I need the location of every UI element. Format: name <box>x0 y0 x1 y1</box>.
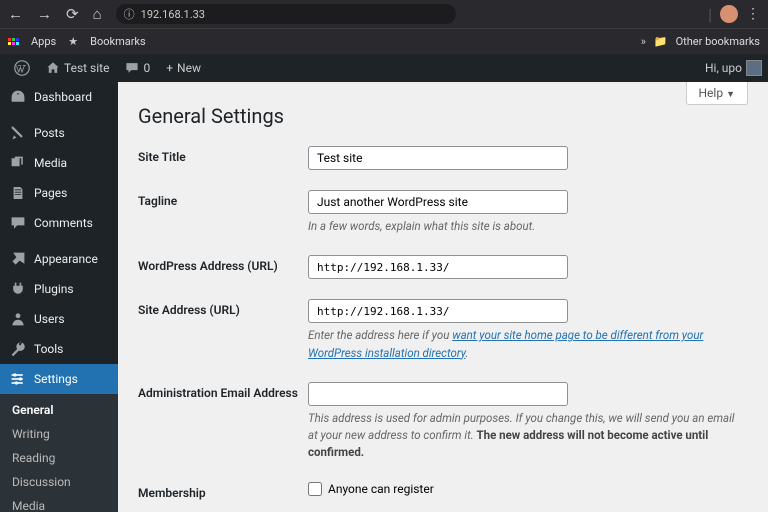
sidebar-item-comments[interactable]: Comments <box>0 208 118 238</box>
submenu-media[interactable]: Media <box>0 494 118 512</box>
site-name-link[interactable]: Test site <box>38 54 117 82</box>
new-content-link[interactable]: + New <box>158 54 209 82</box>
content-area: Help ▼ General Settings Site Title Tagli… <box>118 82 768 512</box>
folder-icon: 📁 <box>654 35 668 48</box>
apps-label[interactable]: Apps <box>31 35 56 48</box>
input-site-title[interactable] <box>308 146 568 170</box>
reload-button[interactable]: ⟳ <box>66 5 79 23</box>
label-site-url: Site Address (URL) <box>138 299 308 317</box>
url-text: 192.168.1.33 <box>141 8 205 21</box>
greeting[interactable]: Hi, upo <box>705 61 742 75</box>
sidebar-item-dashboard[interactable]: Dashboard <box>0 82 118 112</box>
submenu-reading[interactable]: Reading <box>0 446 118 470</box>
wp-admin-bar: Test site 0 + New Hi, upo <box>0 54 768 82</box>
desc-site-url: Enter the address here if you want your … <box>308 327 738 362</box>
new-label: New <box>177 61 201 75</box>
submenu-discussion[interactable]: Discussion <box>0 470 118 494</box>
url-bar[interactable]: ⓘ 192.168.1.33 <box>116 4 456 24</box>
forward-button[interactable]: → <box>37 5 52 23</box>
checkbox-anyone-register-wrap[interactable]: Anyone can register <box>308 482 748 496</box>
checkbox-anyone-register[interactable] <box>308 482 322 496</box>
home-button[interactable]: ⌂ <box>93 5 102 23</box>
sidebar-item-appearance[interactable]: Appearance <box>0 244 118 274</box>
desc-tagline: In a few words, explain what this site i… <box>308 218 738 235</box>
sidebar-item-posts[interactable]: Posts <box>0 118 118 148</box>
desc-admin-email: This address is used for admin purposes.… <box>308 410 738 462</box>
input-wp-url[interactable] <box>308 255 568 279</box>
other-bookmarks-label[interactable]: Other bookmarks <box>676 35 760 48</box>
plus-icon: + <box>166 61 173 75</box>
label-membership: Membership <box>138 482 308 500</box>
sidebar-item-plugins[interactable]: Plugins <box>0 274 118 304</box>
row-membership: Membership Anyone can register <box>138 482 748 500</box>
row-site-title: Site Title <box>138 146 748 170</box>
comments-count: 0 <box>143 61 150 75</box>
submenu-general[interactable]: General <box>0 398 118 422</box>
input-tagline[interactable] <box>308 190 568 214</box>
settings-submenu: General Writing Reading Discussion Media… <box>0 394 118 512</box>
admin-sidebar: Dashboard Posts Media Pages Comments App… <box>0 82 118 512</box>
sidebar-item-settings[interactable]: Settings <box>0 364 118 394</box>
label-site-title: Site Title <box>138 146 308 164</box>
row-tagline: Tagline In a few words, explain what thi… <box>138 190 748 235</box>
label-tagline: Tagline <box>138 190 308 208</box>
browser-menu-icon[interactable]: ⋮ <box>746 6 760 22</box>
star-icon: ★ <box>68 35 78 48</box>
site-name: Test site <box>64 61 109 75</box>
chevron-right-icon[interactable]: » <box>641 35 646 48</box>
bookmarks-bar: Apps ★ Bookmarks » 📁 Other bookmarks <box>0 28 768 54</box>
back-button[interactable]: ← <box>8 5 23 23</box>
sidebar-item-users[interactable]: Users <box>0 304 118 334</box>
chevron-down-icon: ▼ <box>726 90 735 100</box>
row-admin-email: Administration Email Address This addres… <box>138 382 748 462</box>
profile-avatar[interactable] <box>720 5 738 23</box>
input-admin-email[interactable] <box>308 382 568 406</box>
sidebar-item-media[interactable]: Media <box>0 148 118 178</box>
apps-icon[interactable] <box>8 38 19 45</box>
input-site-url[interactable] <box>308 299 568 323</box>
page-title: General Settings <box>138 104 748 128</box>
help-tab[interactable]: Help ▼ <box>686 82 749 105</box>
comments-link[interactable]: 0 <box>117 54 158 82</box>
browser-toolbar: ← → ⟳ ⌂ ⓘ 192.168.1.33 | ⋮ <box>0 0 768 28</box>
row-wp-url: WordPress Address (URL) <box>138 255 748 279</box>
wp-logo-menu[interactable] <box>6 54 38 82</box>
sidebar-item-pages[interactable]: Pages <box>0 178 118 208</box>
bookmarks-label[interactable]: Bookmarks <box>90 35 146 48</box>
label-wp-url: WordPress Address (URL) <box>138 255 308 273</box>
submenu-writing[interactable]: Writing <box>0 422 118 446</box>
divider: | <box>708 5 712 24</box>
site-info-icon: ⓘ <box>124 6 135 22</box>
label-admin-email: Administration Email Address <box>138 382 308 400</box>
sidebar-item-tools[interactable]: Tools <box>0 334 118 364</box>
row-site-url: Site Address (URL) Enter the address her… <box>138 299 748 362</box>
user-avatar[interactable] <box>746 60 762 76</box>
